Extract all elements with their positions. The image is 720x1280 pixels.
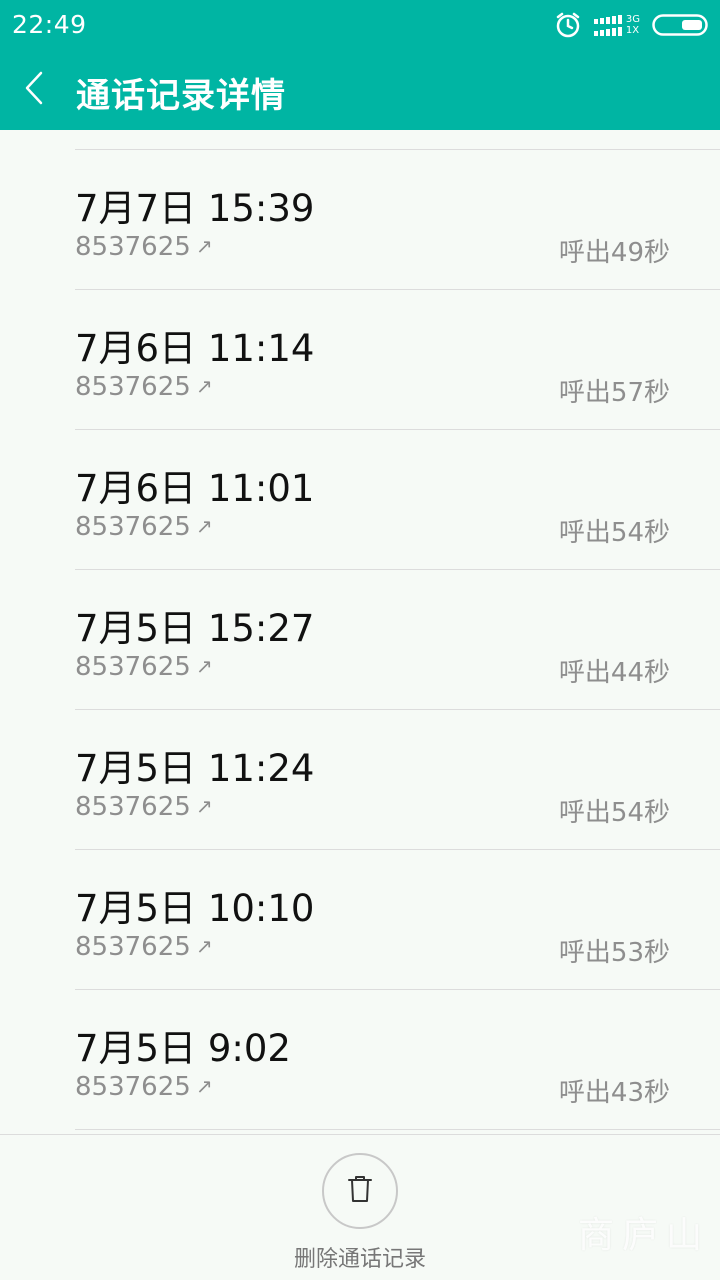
call-number: 8537625 — [75, 512, 191, 542]
delete-call-log-label: 删除通话记录 — [293, 1247, 426, 1272]
call-number: 8537625 — [75, 372, 191, 402]
call-datetime: 7月5日 9:02 — [75, 1027, 291, 1070]
status-bar: 22:49 3G 1X — [0, 0, 720, 50]
outgoing-arrow-icon: ↗ — [196, 794, 213, 818]
call-datetime: 7月5日 10:10 — [75, 887, 315, 930]
call-number: 8537625 — [75, 932, 191, 962]
call-number: 8537625 — [75, 1072, 191, 1102]
app-bar: 通话记录详情 — [0, 50, 720, 130]
outgoing-arrow-icon: ↗ — [196, 514, 213, 538]
call-log-item[interactable]: 7月6日 11:14 8537625 ↗ 呼出57秒 — [0, 290, 720, 430]
call-duration: 呼出43秒 — [558, 1078, 670, 1108]
call-datetime: 7月5日 15:27 — [75, 607, 315, 650]
network-top: 3G — [625, 14, 640, 25]
outgoing-arrow-icon: ↗ — [196, 234, 213, 258]
call-log-item[interactable]: 7月5日 15:27 8537625 ↗ 呼出44秒 — [0, 570, 720, 710]
call-datetime: 7月5日 11:24 — [75, 747, 315, 790]
call-datetime: 7月6日 11:14 — [75, 327, 315, 370]
call-log-item[interactable]: 7月5日 10:10 8537625 ↗ 呼出53秒 — [0, 850, 720, 990]
trash-icon — [346, 1174, 374, 1208]
call-datetime: 7月7日 15:39 — [75, 187, 315, 230]
call-log-item[interactable]: 7月6日 11:01 8537625 ↗ 呼出54秒 — [0, 430, 720, 570]
call-number: 8537625 — [75, 232, 191, 262]
call-duration: 呼出49秒 — [558, 238, 670, 268]
call-duration: 呼出44秒 — [558, 658, 670, 688]
call-duration: 呼出54秒 — [558, 798, 670, 828]
outgoing-arrow-icon: ↗ — [196, 934, 213, 958]
battery-icon — [652, 14, 708, 36]
outgoing-arrow-icon: ↗ — [196, 374, 213, 398]
call-log-item[interactable]: 7月5日 11:24 8537625 ↗ 呼出54秒 — [0, 710, 720, 850]
page-title: 通话记录详情 — [76, 76, 286, 116]
trash-button-circle[interactable] — [322, 1153, 398, 1229]
watermark: 商庐山 — [577, 1215, 710, 1256]
network-type: 3G 1X — [626, 14, 640, 36]
call-number: 8537625 — [75, 792, 191, 822]
alarm-icon — [554, 11, 582, 39]
status-icons: 3G 1X — [554, 10, 708, 40]
call-number: 8537625 — [75, 652, 191, 682]
outgoing-arrow-icon: ↗ — [196, 654, 213, 678]
signal-icon: 3G 1X — [593, 14, 640, 36]
back-button[interactable] — [14, 66, 54, 114]
call-datetime: 7月6日 11:01 — [75, 467, 315, 510]
outgoing-arrow-icon: ↗ — [196, 1074, 213, 1098]
call-duration: 呼出54秒 — [558, 518, 670, 548]
network-bottom: 1X — [625, 25, 640, 36]
chevron-left-icon — [23, 71, 45, 109]
delete-call-log-button[interactable]: 删除通话记录 — [285, 1153, 435, 1273]
status-time: 22:49 — [12, 10, 87, 39]
call-log-item[interactable]: 7月5日 9:02 8537625 ↗ 呼出43秒 — [0, 990, 720, 1130]
call-duration: 呼出53秒 — [558, 938, 670, 968]
call-duration: 呼出57秒 — [558, 378, 670, 408]
divider — [75, 1129, 720, 1130]
call-log-item[interactable]: 7月7日 15:39 8537625 ↗ 呼出49秒 — [0, 150, 720, 290]
